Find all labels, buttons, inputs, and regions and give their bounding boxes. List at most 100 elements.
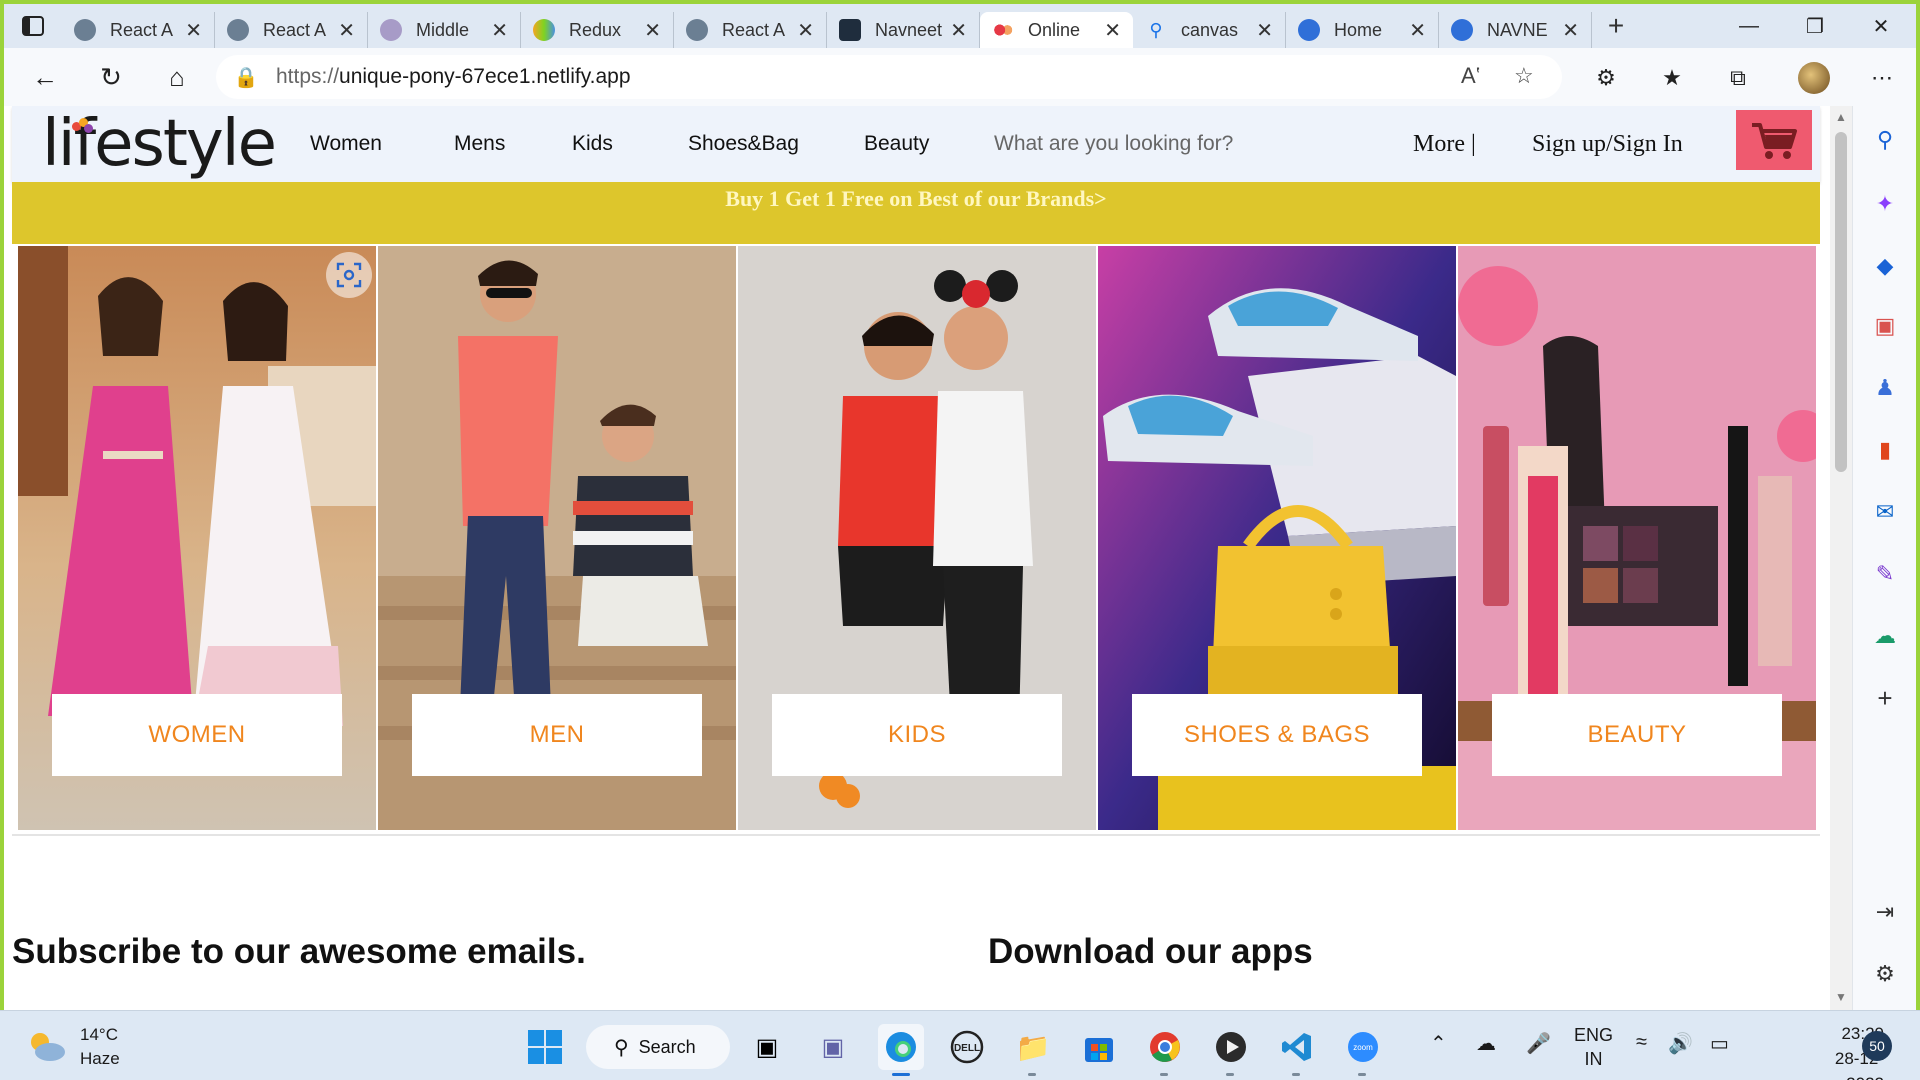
language-indicator[interactable]: ENG IN xyxy=(1574,1023,1613,1071)
close-icon[interactable]: ✕ xyxy=(950,18,967,43)
zoom-button[interactable]: zoom xyxy=(1340,1024,1386,1070)
tab-actions-button[interactable] xyxy=(4,4,62,48)
browser-tab-active[interactable]: Online ✕ xyxy=(980,12,1133,48)
scroll-down-icon[interactable]: ▼ xyxy=(1830,990,1852,1004)
category-label-women[interactable]: WOMEN xyxy=(52,694,342,776)
scroll-up-icon[interactable]: ▲ xyxy=(1830,110,1852,124)
promo-banner[interactable]: Buy 1 Get 1 Free on Best of our Brands> xyxy=(12,182,1820,244)
file-explorer-button[interactable]: 📁 xyxy=(1010,1024,1056,1070)
collections-icon[interactable]: ⧉ xyxy=(1718,58,1758,98)
visual-search-icon[interactable] xyxy=(326,252,372,298)
games-icon[interactable]: ♟ xyxy=(1865,368,1905,408)
dell-button[interactable]: DELL xyxy=(944,1024,990,1070)
browser-tab[interactable]: React A ✕ xyxy=(215,12,368,48)
nav-mens[interactable]: Mens xyxy=(454,106,505,182)
volume-icon[interactable]: 🔊 xyxy=(1668,1031,1693,1056)
vscode-button[interactable] xyxy=(1274,1024,1320,1070)
read-aloud-icon[interactable]: A‛ xyxy=(1461,63,1481,89)
close-icon[interactable]: ✕ xyxy=(1562,18,1579,43)
close-icon[interactable]: ✕ xyxy=(797,18,814,43)
category-card-beauty[interactable]: BEAUTY xyxy=(1458,246,1816,830)
media-player-button[interactable] xyxy=(1208,1024,1254,1070)
drop-icon[interactable]: ☁ xyxy=(1865,616,1905,656)
nav-women[interactable]: Women xyxy=(310,106,382,182)
more-link[interactable]: More | xyxy=(1413,106,1476,182)
copilot-sparkle-icon[interactable]: ✦ xyxy=(1865,184,1905,224)
onedrive-cloud-icon[interactable]: ☁ xyxy=(1476,1031,1496,1056)
start-button[interactable] xyxy=(522,1024,568,1070)
nav-shoes-bag[interactable]: Shoes&Bag xyxy=(688,106,799,182)
subscribe-heading: Subscribe to our awesome emails. xyxy=(12,932,586,971)
add-sidebar-icon[interactable]: + xyxy=(1865,678,1905,718)
tools-icon[interactable]: ▣ xyxy=(1865,306,1905,346)
close-icon[interactable]: ✕ xyxy=(644,18,661,43)
search-input[interactable]: What are you looking for? xyxy=(994,106,1233,182)
close-window-button[interactable]: ✕ xyxy=(1848,4,1914,48)
cart-button[interactable] xyxy=(1736,110,1812,170)
close-icon[interactable]: ✕ xyxy=(1409,18,1426,43)
teams-chat-button[interactable]: ▣ xyxy=(810,1024,856,1070)
microphone-icon[interactable]: 🎤 xyxy=(1526,1031,1551,1056)
category-label-beauty[interactable]: BEAUTY xyxy=(1492,694,1782,776)
refresh-button[interactable]: ↻ xyxy=(78,51,144,103)
task-view-button[interactable]: ▣ xyxy=(744,1024,790,1070)
back-button[interactable]: ← xyxy=(12,51,78,103)
weather-haze-icon xyxy=(26,1030,66,1064)
search-label: Search xyxy=(638,1036,696,1057)
browser-tab[interactable]: Redux ✕ xyxy=(521,12,674,48)
edge-taskbar-button[interactable] xyxy=(878,1024,924,1070)
close-icon[interactable]: ✕ xyxy=(338,18,355,43)
browser-tab[interactable]: NAVNE ✕ xyxy=(1439,12,1592,48)
browser-tab[interactable]: React A ✕ xyxy=(674,12,827,48)
scroll-thumb[interactable] xyxy=(1835,132,1847,472)
address-bar[interactable]: 🔒 https://unique-pony-67ece1.netlify.app… xyxy=(216,55,1562,99)
more-menu-icon[interactable]: ⋯ xyxy=(1862,58,1902,98)
browser-tab[interactable]: ⚲ canvas ✕ xyxy=(1133,12,1286,48)
nav-kids[interactable]: Kids xyxy=(572,106,613,182)
category-label-shoes-bags[interactable]: SHOES & BAGS xyxy=(1132,694,1422,776)
favorites-icon[interactable]: ★ xyxy=(1652,58,1692,98)
home-button[interactable]: ⌂ xyxy=(144,51,210,103)
category-label-kids[interactable]: KIDS xyxy=(772,694,1062,776)
close-icon[interactable]: ✕ xyxy=(185,18,202,43)
search-icon[interactable]: ⚲ xyxy=(1865,120,1905,160)
browser-tab[interactable]: Middle ✕ xyxy=(368,12,521,48)
nav-beauty[interactable]: Beauty xyxy=(864,106,929,182)
hide-sidebar-icon[interactable]: ⇥ xyxy=(1865,892,1905,932)
wifi-icon[interactable]: ≈ xyxy=(1636,1031,1647,1054)
category-card-shoes-bags[interactable]: SHOES & BAGS xyxy=(1098,246,1456,830)
store-button[interactable] xyxy=(1076,1024,1122,1070)
close-icon[interactable]: ✕ xyxy=(1104,18,1121,43)
extensions-icon[interactable]: ⚙ xyxy=(1586,58,1626,98)
restore-button[interactable]: ❐ xyxy=(1782,4,1848,48)
category-card-women[interactable]: WOMEN xyxy=(18,246,376,830)
add-favorite-icon[interactable]: ☆ xyxy=(1514,63,1534,89)
category-label-men[interactable]: MEN xyxy=(412,694,702,776)
outlook-icon[interactable]: ✉ xyxy=(1865,492,1905,532)
category-card-kids[interactable]: KIDS xyxy=(738,246,1096,830)
office-icon[interactable]: ▮ xyxy=(1865,430,1905,470)
settings-gear-icon[interactable]: ⚙ xyxy=(1865,954,1905,994)
chrome-button[interactable] xyxy=(1142,1024,1188,1070)
weather-desc: Haze xyxy=(80,1049,120,1068)
page-scrollbar[interactable]: ▲ ▼ xyxy=(1830,106,1852,1010)
browser-tab[interactable]: React A ✕ xyxy=(62,12,215,48)
weather-widget[interactable]: 14°C Haze xyxy=(26,1023,120,1071)
profile-avatar[interactable] xyxy=(1794,58,1834,98)
browser-tab[interactable]: Navneet ✕ xyxy=(827,12,980,48)
show-hidden-icons-chevron-icon[interactable]: ⌃ xyxy=(1430,1031,1447,1056)
designer-icon[interactable]: ✎ xyxy=(1865,554,1905,594)
minimize-button[interactable]: — xyxy=(1716,4,1782,48)
notification-badge[interactable]: 50 xyxy=(1862,1031,1892,1061)
close-icon[interactable]: ✕ xyxy=(491,18,508,43)
browser-tab[interactable]: Home ✕ xyxy=(1286,12,1439,48)
shopping-tag-icon[interactable]: ◆ xyxy=(1865,246,1905,286)
category-card-men[interactable]: MEN xyxy=(378,246,736,830)
new-tab-button[interactable]: + xyxy=(1592,4,1640,48)
signin-link[interactable]: Sign up/Sign In xyxy=(1532,106,1683,182)
play-icon xyxy=(1216,1032,1246,1062)
close-icon[interactable]: ✕ xyxy=(1256,18,1273,43)
chat-icon: ▣ xyxy=(821,1033,845,1061)
battery-icon[interactable]: ▭ xyxy=(1710,1031,1729,1056)
taskbar-search[interactable]: ⚲ Search xyxy=(586,1025,730,1069)
